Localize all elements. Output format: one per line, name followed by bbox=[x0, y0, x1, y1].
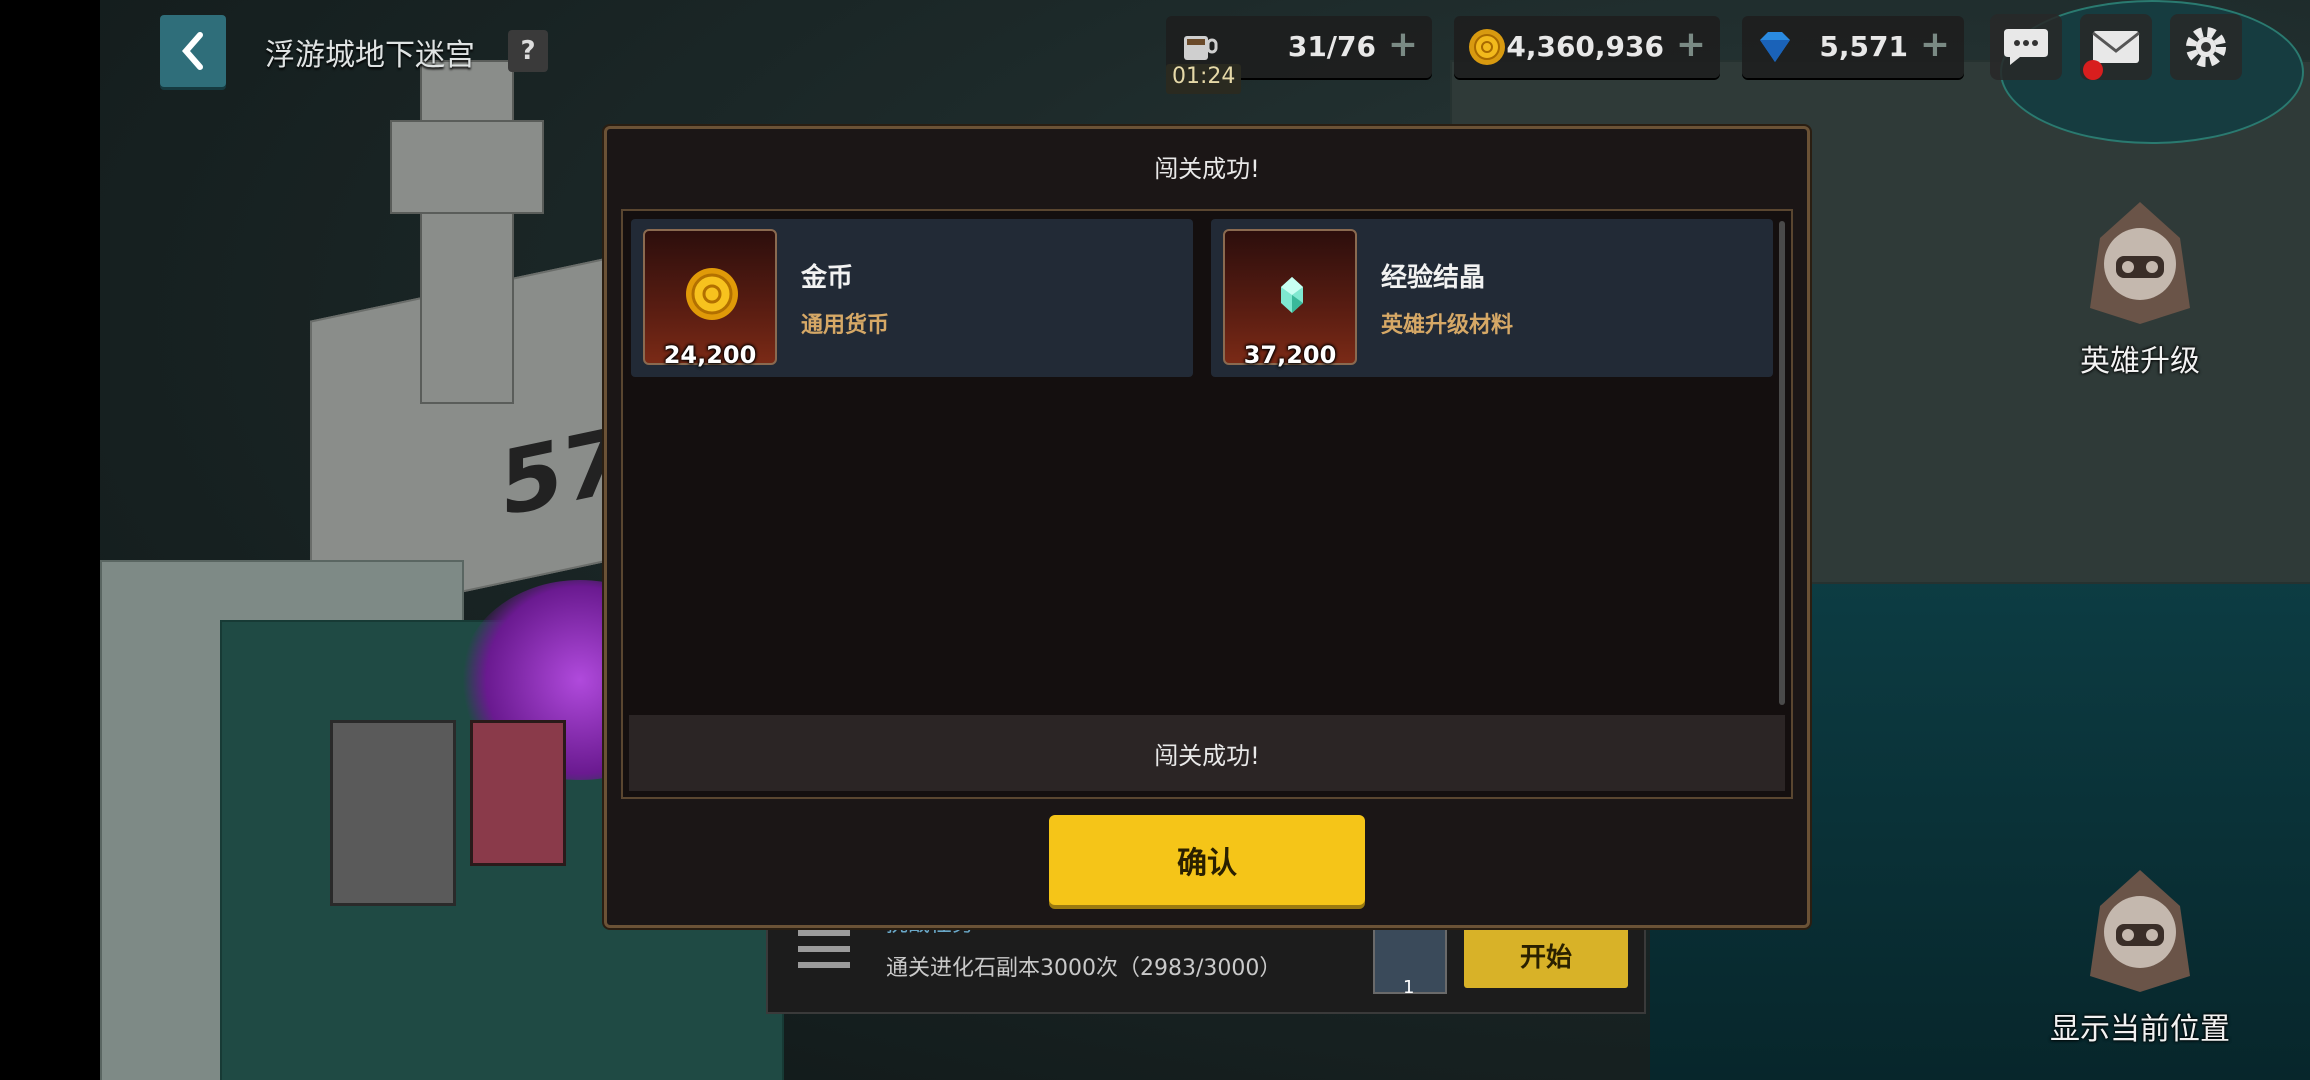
reward-icon-frame: 24,200 bbox=[643, 229, 777, 369]
reward-item: 37,200 经验结晶 英雄升级材料 bbox=[1211, 219, 1773, 377]
chest-count: 1 bbox=[1403, 977, 1415, 998]
exp-crystal-icon bbox=[1281, 277, 1303, 313]
reward-icon-frame: 37,200 bbox=[1223, 229, 1357, 369]
stage-title: 浮游城地下迷宫 bbox=[265, 38, 475, 73]
show-position-label: 显示当前位置 bbox=[2050, 1012, 2230, 1047]
chat-bubble-icon bbox=[2004, 29, 2048, 65]
reward-name: 经验结晶 bbox=[1381, 263, 1486, 293]
gem-plus-button[interactable]: + bbox=[1920, 24, 1950, 65]
hero-upgrade-label: 英雄升级 bbox=[2080, 344, 2200, 379]
reward-name: 金币 bbox=[801, 263, 854, 293]
guardian-emblem-icon bbox=[2090, 870, 2190, 992]
stamina-timer: 01:24 bbox=[1166, 64, 1242, 94]
stage-clear-dialog: 闯关成功! 24,200 金币 通用货币 37,200 经验结晶 英雄升级材料 … bbox=[604, 126, 1810, 928]
chevron-left-icon bbox=[182, 32, 203, 70]
treasure-chest-icon: 1 bbox=[1373, 926, 1447, 998]
scrollbar[interactable] bbox=[1779, 221, 1785, 705]
mail-notification-dot bbox=[2083, 60, 2103, 80]
quest-start-button[interactable]: 开始 bbox=[1464, 922, 1628, 988]
reward-description: 英雄升级材料 bbox=[1381, 313, 1514, 338]
show-position-button[interactable]: 显示当前位置 bbox=[2050, 866, 2230, 1048]
gem-value: 5,571 bbox=[1819, 30, 1908, 63]
gold-value: 4,360,936 bbox=[1506, 30, 1664, 63]
back-button[interactable] bbox=[160, 15, 226, 87]
chat-button[interactable] bbox=[1990, 14, 2062, 80]
gem-counter[interactable]: 5,571 + bbox=[1742, 16, 1964, 78]
gold-coin-icon bbox=[686, 268, 738, 320]
dialog-title: 闯关成功! bbox=[1154, 155, 1260, 183]
result-message: 闯关成功! bbox=[629, 715, 1785, 791]
quest-description: 通关进化石副本3000次（2983/3000） bbox=[886, 956, 1282, 981]
stone-cross-arm bbox=[390, 120, 544, 214]
hero-upgrade-button[interactable]: 英雄升级 bbox=[2050, 198, 2230, 380]
reward-item: 24,200 金币 通用货币 bbox=[631, 219, 1193, 377]
coffee-cup-icon bbox=[1184, 36, 1218, 60]
reward-list: 24,200 金币 通用货币 37,200 经验结晶 英雄升级材料 闯关成功! bbox=[621, 209, 1793, 799]
confirm-button[interactable]: 确认 bbox=[1049, 815, 1365, 905]
gold-counter[interactable]: 4,360,936 + bbox=[1454, 16, 1720, 78]
reward-amount: 24,200 bbox=[663, 341, 757, 369]
stamina-value: 31/76 bbox=[1287, 30, 1376, 63]
stone-cross-statue bbox=[420, 60, 514, 404]
hero-sprite-mage bbox=[470, 720, 566, 866]
menu-icon[interactable] bbox=[798, 930, 850, 978]
gold-plus-button[interactable]: + bbox=[1676, 24, 1706, 65]
reward-description: 通用货币 bbox=[801, 313, 890, 338]
hero-sprite-knight bbox=[330, 720, 456, 906]
gold-coin-icon bbox=[1469, 29, 1505, 65]
gear-icon bbox=[2186, 27, 2226, 67]
reward-amount: 37,200 bbox=[1243, 341, 1337, 369]
stamina-plus-button[interactable]: + bbox=[1388, 24, 1418, 65]
help-button[interactable]: ? bbox=[508, 30, 548, 72]
settings-button[interactable] bbox=[2170, 14, 2242, 80]
blue-diamond-icon bbox=[1760, 32, 1790, 62]
guardian-emblem-icon bbox=[2090, 202, 2190, 324]
